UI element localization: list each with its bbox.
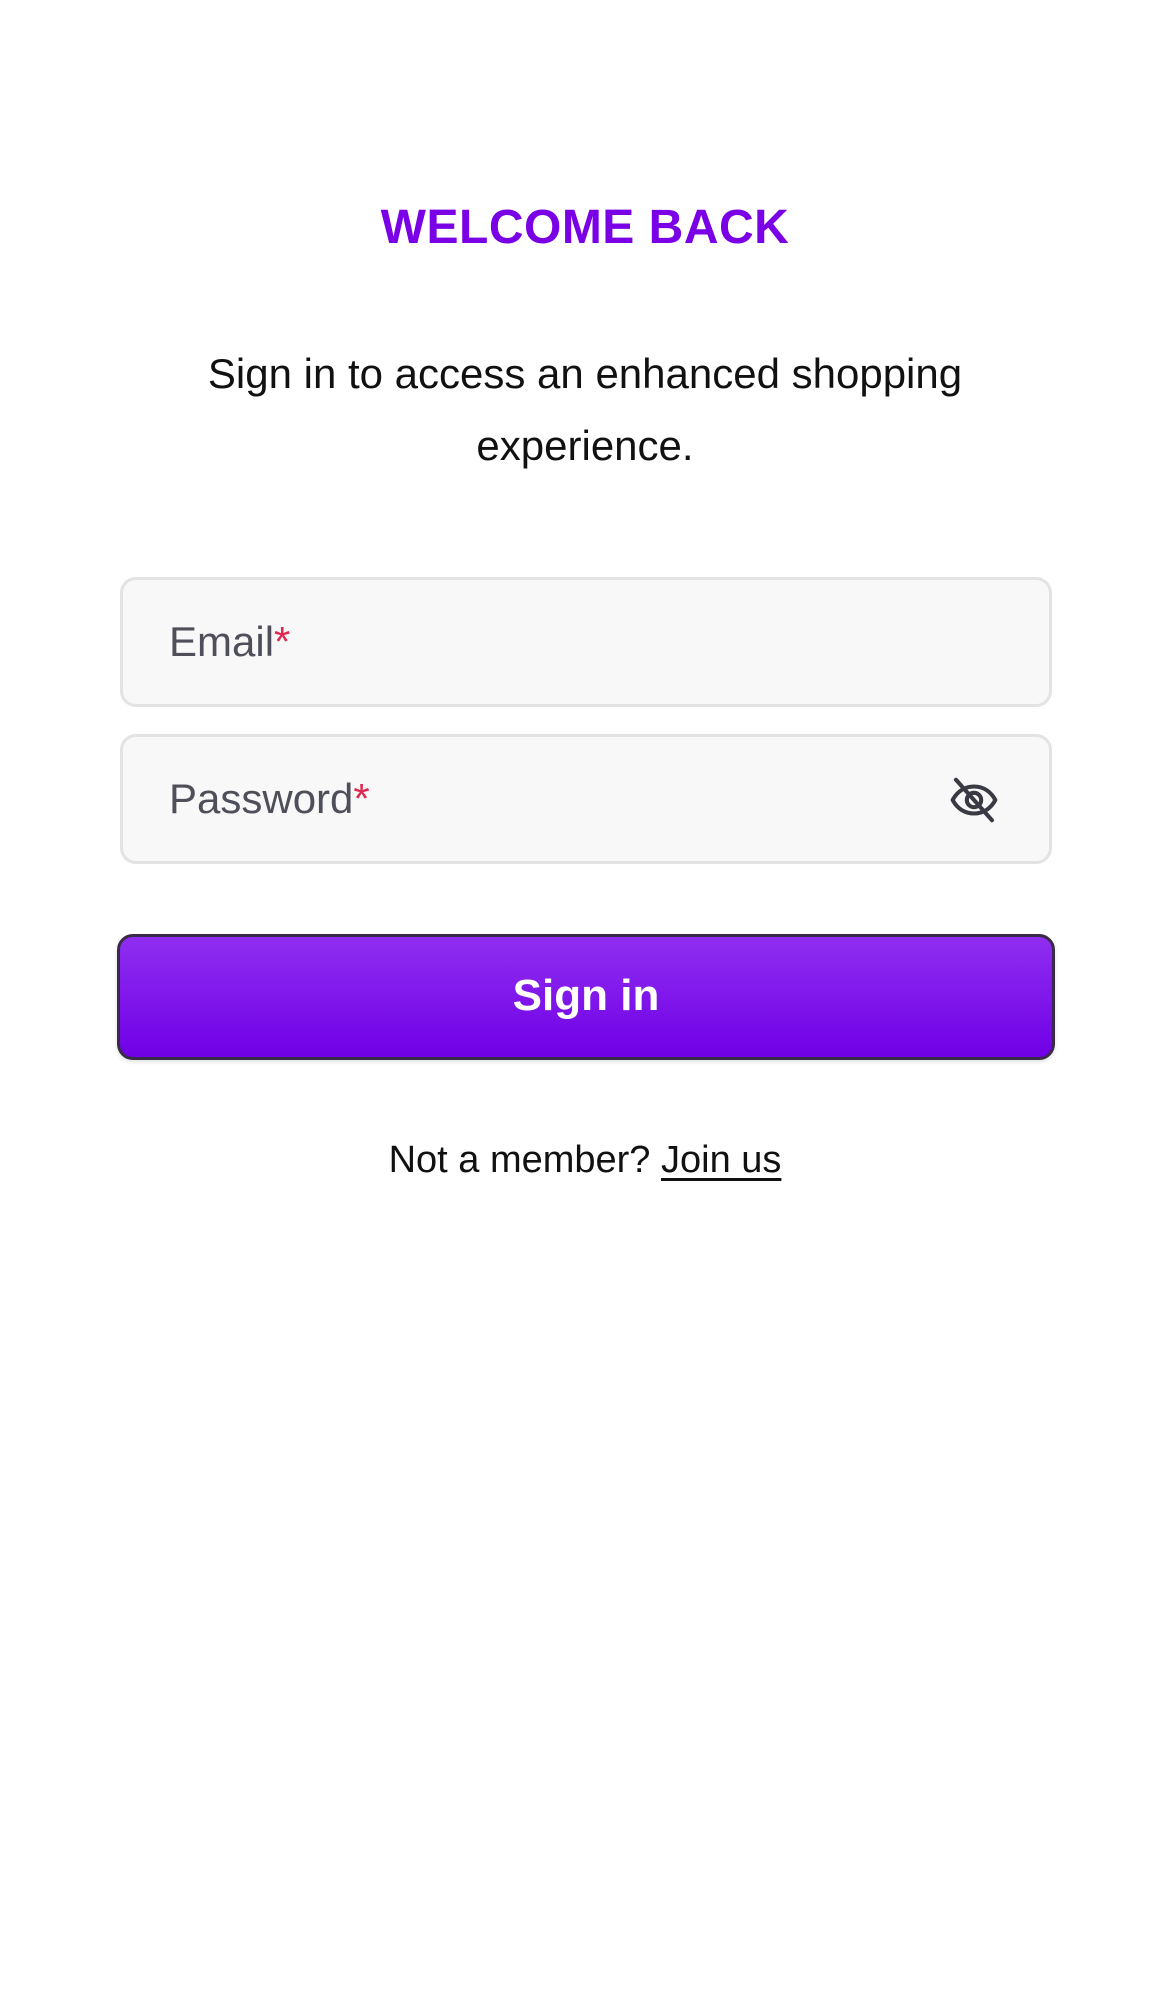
eye-off-icon[interactable]	[947, 773, 1001, 827]
page-subtitle: Sign in to access an enhanced shopping e…	[207, 350, 963, 469]
email-label-text: Email	[169, 618, 275, 665]
password-label: Password*	[169, 737, 370, 861]
password-required-marker: *	[353, 775, 370, 822]
email-required-marker: *	[274, 618, 291, 665]
password-field[interactable]: Password*	[120, 734, 1052, 864]
join-prompt: Not a member? Join us	[0, 1132, 1170, 1188]
sign-in-page: WELCOME BACK Sign in to access an enhanc…	[0, 0, 1170, 1992]
not-member-text: Not a member?	[388, 1139, 651, 1181]
password-label-text: Password	[169, 775, 354, 822]
email-label: Email*	[169, 580, 290, 704]
email-field[interactable]: Email*	[120, 577, 1052, 707]
page-title: WELCOME BACK	[380, 201, 790, 254]
join-us-link[interactable]: Join us	[661, 1139, 781, 1181]
sign-in-button[interactable]: Sign in	[117, 934, 1055, 1060]
